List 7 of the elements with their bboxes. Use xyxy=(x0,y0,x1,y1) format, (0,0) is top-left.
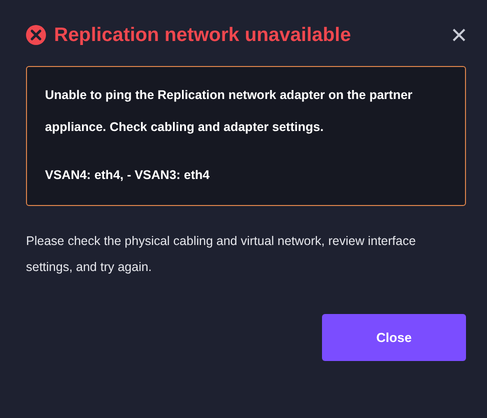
error-icon xyxy=(26,25,46,45)
close-button[interactable]: Close xyxy=(322,314,466,361)
instructions-text: Please check the physical cabling and virtual network, review interface settings, and try again. xyxy=(26,233,417,276)
close-icon[interactable] xyxy=(452,28,466,42)
dialog-title: Replication network unavailable xyxy=(54,23,352,48)
error-detail: VSAN4: eth4, - VSAN3: eth4 xyxy=(45,167,211,184)
error-message: Unable to ping the Replication network adapter on the partner appliance. Check cabling and adapter settings. xyxy=(45,87,414,136)
